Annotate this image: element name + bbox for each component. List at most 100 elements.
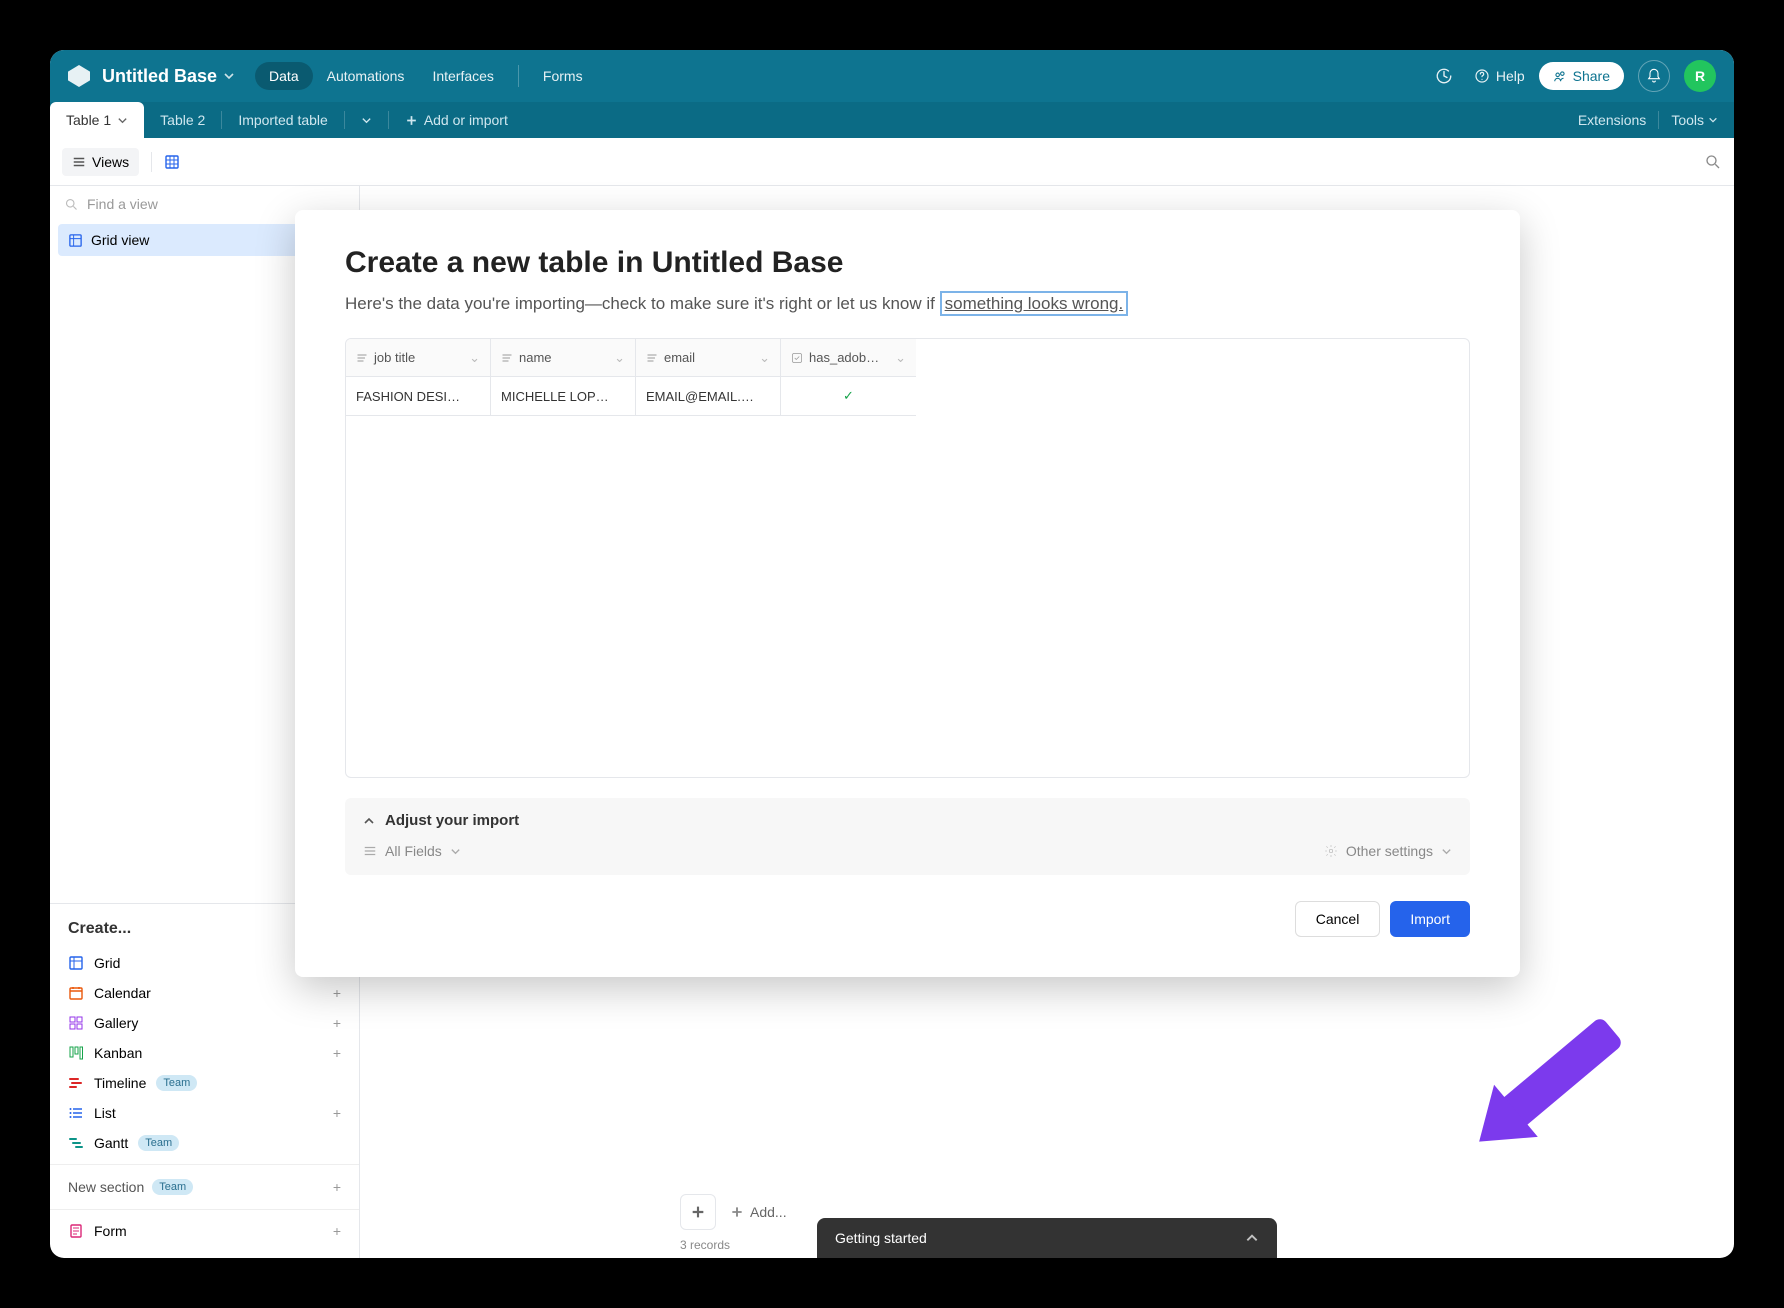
modal-subtitle: Here's the data you're importing—check t… [345,294,1470,314]
share-label: Share [1573,68,1610,84]
label: Adjust your import [385,812,519,829]
views-label: Views [92,154,129,170]
import-preview-table: job title ⌄ FASHION DESI… name ⌄ MICHELLE … [345,338,1470,778]
help-button[interactable]: Help [1474,60,1525,92]
grid-icon[interactable] [164,154,180,170]
add-field-button[interactable]: Add... [730,1204,787,1220]
tab-label: Table 1 [66,112,111,128]
label: Add... [750,1204,787,1220]
cell: FASHION DESI… [346,377,490,415]
label: Form [94,1223,127,1239]
nav-forms[interactable]: Forms [529,62,597,90]
create-gallery[interactable]: Gallery + [50,1008,359,1038]
label: New section [68,1179,144,1195]
divider [1658,111,1659,129]
create-kanban[interactable]: Kanban + [50,1038,359,1068]
create-form[interactable]: Form + [50,1216,359,1246]
create-list[interactable]: List + [50,1098,359,1128]
label: Gantt [94,1135,128,1151]
nav-data[interactable]: Data [255,62,313,90]
share-button[interactable]: Share [1539,62,1624,90]
label: Timeline [94,1075,146,1091]
label: Grid [94,955,120,971]
add-label: Add or import [424,112,508,128]
create-calendar[interactable]: Calendar + [50,978,359,1008]
create-gantt[interactable]: Gantt Team [50,1128,359,1158]
plus-icon: + [333,985,341,1001]
label: Calendar [94,985,151,1001]
col-header-job-title[interactable]: job title ⌄ [346,339,490,377]
adjust-import-section: Adjust your import All Fields Other sett… [345,798,1470,875]
import-button[interactable]: Import [1390,901,1470,937]
label: email [664,350,695,365]
label: Kanban [94,1045,142,1061]
history-icon[interactable] [1428,60,1460,92]
tab-add-or-import[interactable]: Add or import [389,102,524,138]
plus-icon: + [333,1223,341,1239]
team-badge: Team [138,1135,179,1151]
tab-table-2[interactable]: Table 2 [144,102,221,138]
tools-label: Tools [1671,112,1704,128]
all-fields-button[interactable]: All Fields [363,843,461,859]
cell: EMAIL@EMAIL.… [636,377,780,415]
import-modal: Create a new table in Untitled Base Here… [295,210,1520,977]
nav-interfaces[interactable]: Interfaces [418,62,507,90]
other-settings-button[interactable]: Other settings [1324,843,1452,859]
label: All Fields [385,843,442,859]
chevron-down-icon[interactable]: ⌄ [469,350,480,366]
airtable-logo-icon [68,65,90,87]
plus-icon: + [333,1105,341,1121]
app-window: Untitled Base Data Automations Interface… [50,50,1734,1258]
label: name [519,350,552,365]
plus-icon: + [333,1179,341,1195]
tools-link[interactable]: Tools [1671,112,1718,128]
tab-dropdown[interactable] [345,102,388,138]
chevron-down-icon[interactable] [223,70,235,82]
label: Other settings [1346,843,1433,859]
chevron-down-icon[interactable]: ⌄ [759,350,770,366]
col-header-name[interactable]: name ⌄ [491,339,635,377]
notifications-button[interactable] [1638,60,1670,92]
tab-table-1[interactable]: Table 1 [50,102,144,138]
team-badge: Team [152,1179,193,1195]
help-label: Help [1496,68,1525,84]
chevron-up-icon [1245,1231,1259,1245]
user-avatar[interactable]: R [1684,60,1716,92]
new-section-row[interactable]: New section Team + [50,1171,359,1203]
views-button[interactable]: Views [62,148,139,176]
cancel-button[interactable]: Cancel [1295,901,1381,937]
divider [151,152,152,172]
record-count: 3 records [680,1238,730,1252]
adjust-import-toggle[interactable]: Adjust your import [363,812,1452,829]
topbar: Untitled Base Data Automations Interface… [50,50,1734,102]
getting-started-bar[interactable]: Getting started [817,1218,1277,1258]
chevron-down-icon[interactable]: ⌄ [895,350,906,366]
chevron-down-icon[interactable]: ⌄ [614,350,625,366]
tab-imported-table[interactable]: Imported table [222,102,344,138]
table-tabs: Table 1 Table 2 Imported table Add or im… [50,102,1734,138]
team-badge: Team [156,1075,197,1091]
label: Getting started [835,1230,927,1246]
extensions-link[interactable]: Extensions [1578,112,1646,128]
view-label: Grid view [91,232,149,248]
find-view-placeholder: Find a view [87,196,158,212]
plus-icon: + [333,1045,341,1061]
cell: MICHELLE LOP… [491,377,635,415]
plus-icon: + [333,1015,341,1031]
subtitle-text: Here's the data you're importing—check t… [345,294,940,313]
nav-automations[interactable]: Automations [313,62,419,90]
label: List [94,1105,116,1121]
create-timeline[interactable]: Timeline Team [50,1068,359,1098]
divider [518,65,519,87]
check-icon: ✓ [843,388,854,404]
col-header-has-adobe[interactable]: has_adob… ⌄ [781,339,916,377]
label: Gallery [94,1015,138,1031]
modal-title: Create a new table in Untitled Base [345,246,1470,280]
col-header-email[interactable]: email ⌄ [636,339,780,377]
add-record-button[interactable] [680,1194,716,1230]
base-name[interactable]: Untitled Base [102,66,217,87]
cell-checkbox: ✓ [781,377,916,415]
label: job title [374,350,415,365]
something-wrong-link[interactable]: something looks wrong. [940,291,1129,316]
label: has_adob… [809,350,879,365]
